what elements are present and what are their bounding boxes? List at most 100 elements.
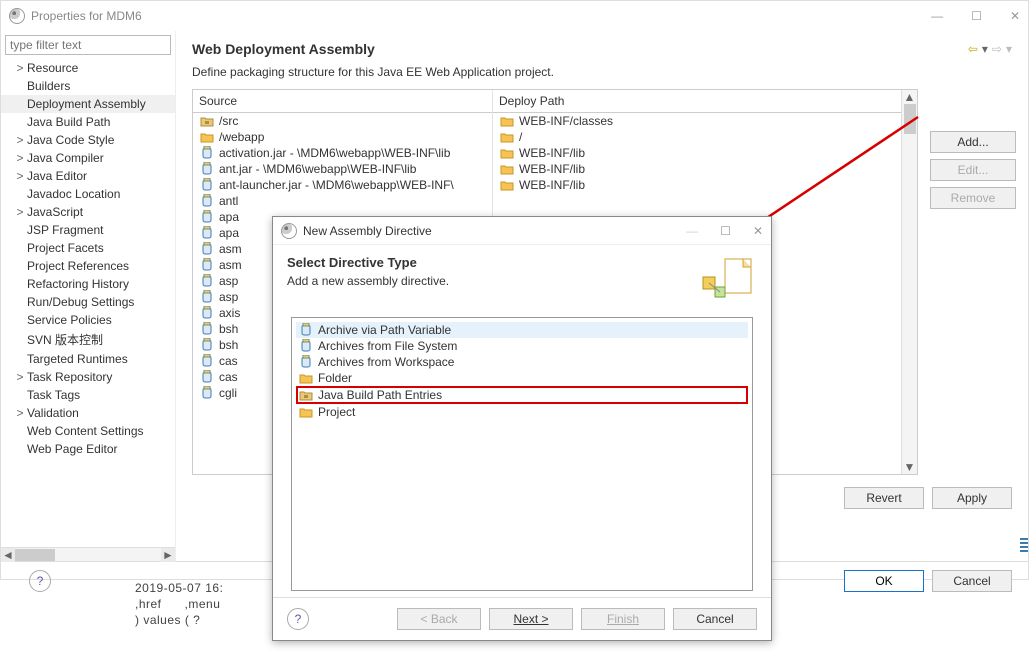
tree-item[interactable]: Run/Debug Settings <box>1 293 175 311</box>
table-vscroll[interactable]: ▲ ▼ <box>901 90 917 474</box>
expand-icon[interactable]: > <box>15 151 25 165</box>
tree-item[interactable]: Task Tags <box>1 386 175 404</box>
tree-item[interactable]: SVN 版本控制 <box>1 329 175 350</box>
tree-item[interactable]: Web Page Editor <box>1 440 175 458</box>
tree-item[interactable]: Project References <box>1 257 175 275</box>
tree-item-label: Task Repository <box>27 370 112 384</box>
close-icon[interactable]: ✕ <box>1010 9 1020 23</box>
tree-item[interactable]: Java Build Path <box>1 113 175 131</box>
scroll-up-icon[interactable]: ▲ <box>902 90 917 104</box>
tree-item-label: Service Policies <box>27 313 112 327</box>
tree-item[interactable]: >Java Code Style <box>1 131 175 149</box>
package-icon <box>298 388 314 402</box>
tree-item[interactable]: Deployment Assembly <box>1 95 175 113</box>
vscroll-thumb[interactable] <box>904 104 916 134</box>
tree-item-label: Web Page Editor <box>27 442 118 456</box>
scroll-down-icon[interactable]: ▼ <box>902 460 917 474</box>
tree-item-label: Java Code Style <box>27 133 114 147</box>
table-row[interactable]: WEB-INF/lib <box>493 145 901 161</box>
scroll-left-icon[interactable]: ◄ <box>1 548 15 562</box>
table-row[interactable]: antl <box>193 193 492 209</box>
expand-icon[interactable]: > <box>15 370 25 384</box>
tree-item[interactable]: >Resource <box>1 59 175 77</box>
folder-icon <box>499 130 515 144</box>
tree-item[interactable]: >JavaScript <box>1 203 175 221</box>
edit-button[interactable]: Edit... <box>930 159 1016 181</box>
minimize-icon[interactable]: — <box>686 224 698 238</box>
tree-item[interactable]: Builders <box>1 77 175 95</box>
tree-item[interactable]: Project Facets <box>1 239 175 257</box>
apply-button[interactable]: Apply <box>932 487 1012 509</box>
tree-item[interactable]: Targeted Runtimes <box>1 350 175 368</box>
expand-icon[interactable]: > <box>15 169 25 183</box>
tree-item-label: Javadoc Location <box>27 187 120 201</box>
maximize-icon[interactable]: ☐ <box>720 224 731 238</box>
tree-item[interactable]: Javadoc Location <box>1 185 175 203</box>
help-icon[interactable]: ? <box>29 570 51 592</box>
jar-icon <box>199 354 215 368</box>
folder-icon <box>499 178 515 192</box>
directive-option[interactable]: Project <box>296 404 748 420</box>
remove-button[interactable]: Remove <box>930 187 1016 209</box>
folder-icon <box>499 162 515 176</box>
tree-item[interactable]: Refactoring History <box>1 275 175 293</box>
table-row[interactable]: WEB-INF/lib <box>493 161 901 177</box>
tree-item[interactable]: Service Policies <box>1 311 175 329</box>
table-row[interactable]: activation.jar - \MDM6\webapp\WEB-INF\li… <box>193 145 492 161</box>
help-icon[interactable]: ? <box>287 608 309 630</box>
expand-icon[interactable]: > <box>15 406 25 420</box>
col-deploy-header[interactable]: Deploy Path <box>493 90 901 113</box>
table-row[interactable]: ant.jar - \MDM6\webapp\WEB-INF\lib <box>193 161 492 177</box>
table-row[interactable]: ant-launcher.jar - \MDM6\webapp\WEB-INF\ <box>193 177 492 193</box>
tree-item[interactable]: JSP Fragment <box>1 221 175 239</box>
history-back-icon[interactable]: ⇦ <box>968 42 978 56</box>
table-row[interactable]: WEB-INF/lib <box>493 177 901 193</box>
tree-item[interactable]: >Java Editor <box>1 167 175 185</box>
table-row[interactable]: /webapp <box>193 129 492 145</box>
ok-button[interactable]: OK <box>844 570 924 592</box>
forward-dropdown-icon[interactable]: ▾ <box>1006 42 1012 56</box>
directive-option[interactable]: Java Build Path Entries <box>296 386 748 404</box>
finish-button[interactable]: Finish <box>581 608 665 630</box>
col-source-header[interactable]: Source <box>193 90 492 113</box>
directive-option[interactable]: Folder <box>296 370 748 386</box>
history-forward-icon[interactable]: ⇨ <box>992 42 1002 56</box>
cancel-button[interactable]: Cancel <box>932 570 1012 592</box>
minimize-icon[interactable]: — <box>931 9 943 23</box>
next-button[interactable]: Next > <box>489 608 573 630</box>
scroll-right-icon[interactable]: ► <box>161 548 175 562</box>
directive-type-list[interactable]: Archive via Path VariableArchives from F… <box>291 317 753 591</box>
table-row[interactable]: WEB-INF/classes <box>493 113 901 129</box>
source-cell: asm <box>219 258 242 272</box>
back-dropdown-icon[interactable]: ▾ <box>982 42 988 56</box>
scroll-thumb[interactable] <box>15 549 55 561</box>
filter-input[interactable] <box>5 35 171 55</box>
source-cell: /webapp <box>219 130 264 144</box>
tree-item[interactable]: >Java Compiler <box>1 149 175 167</box>
tree-item[interactable]: Web Content Settings <box>1 422 175 440</box>
directive-option[interactable]: Archives from File System <box>296 338 748 354</box>
tree-item-label: Run/Debug Settings <box>27 295 134 309</box>
sidebar-hscroll[interactable]: ◄ ► <box>1 547 175 561</box>
nav-tree[interactable]: >ResourceBuildersDeployment AssemblyJava… <box>1 59 175 547</box>
tree-item-label: Project Facets <box>27 241 104 255</box>
wizard-cancel-button[interactable]: Cancel <box>673 608 757 630</box>
table-row[interactable]: / <box>493 129 901 145</box>
tree-item-label: Targeted Runtimes <box>27 352 128 366</box>
source-cell: axis <box>219 306 240 320</box>
back-button[interactable]: < Back <box>397 608 481 630</box>
directive-option[interactable]: Archives from Workspace <box>296 354 748 370</box>
tree-item[interactable]: >Validation <box>1 404 175 422</box>
maximize-icon[interactable]: ☐ <box>971 9 982 23</box>
add-button[interactable]: Add... <box>930 131 1016 153</box>
table-row[interactable]: /src <box>193 113 492 129</box>
close-icon[interactable]: ✕ <box>753 224 763 238</box>
eclipse-icon <box>281 223 297 239</box>
expand-icon[interactable]: > <box>15 205 25 219</box>
deploy-cell: WEB-INF/lib <box>519 146 585 160</box>
expand-icon[interactable]: > <box>15 133 25 147</box>
tree-item[interactable]: >Task Repository <box>1 368 175 386</box>
expand-icon[interactable]: > <box>15 61 25 75</box>
directive-option[interactable]: Archive via Path Variable <box>296 322 748 338</box>
revert-button[interactable]: Revert <box>844 487 924 509</box>
